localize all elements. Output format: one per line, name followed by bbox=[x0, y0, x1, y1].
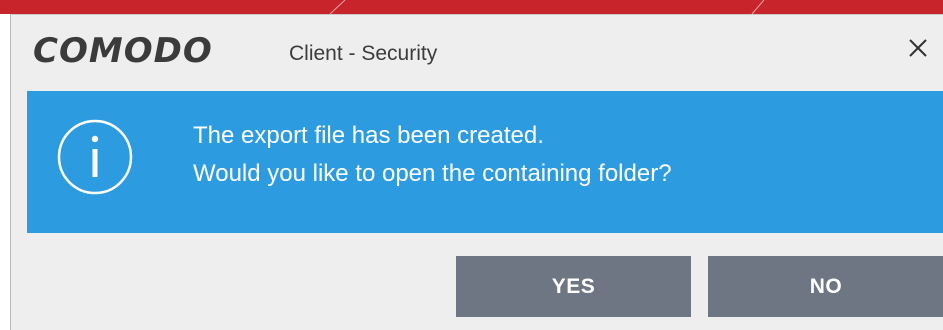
close-icon bbox=[909, 39, 927, 57]
message-line-2: Would you like to open the containing fo… bbox=[193, 160, 672, 187]
top-banner bbox=[0, 0, 943, 14]
message-line-1: The export file has been created. bbox=[193, 122, 544, 149]
info-icon bbox=[57, 119, 133, 195]
window-title: Client - Security bbox=[289, 42, 438, 65]
message-panel: The export file has been created. Would … bbox=[27, 91, 943, 233]
banner-decoration bbox=[329, 0, 765, 14]
brand-logo: COMODO bbox=[33, 31, 213, 71]
no-button[interactable]: NO bbox=[708, 256, 943, 317]
title-bar: COMODO Client - Security bbox=[11, 15, 943, 89]
close-button[interactable] bbox=[905, 35, 931, 61]
yes-button[interactable]: YES bbox=[456, 256, 691, 317]
no-button-label: NO bbox=[809, 274, 843, 298]
yes-button-label: YES bbox=[551, 274, 596, 298]
confirmation-dialog: COMODO Client - Security The export file… bbox=[10, 14, 943, 330]
